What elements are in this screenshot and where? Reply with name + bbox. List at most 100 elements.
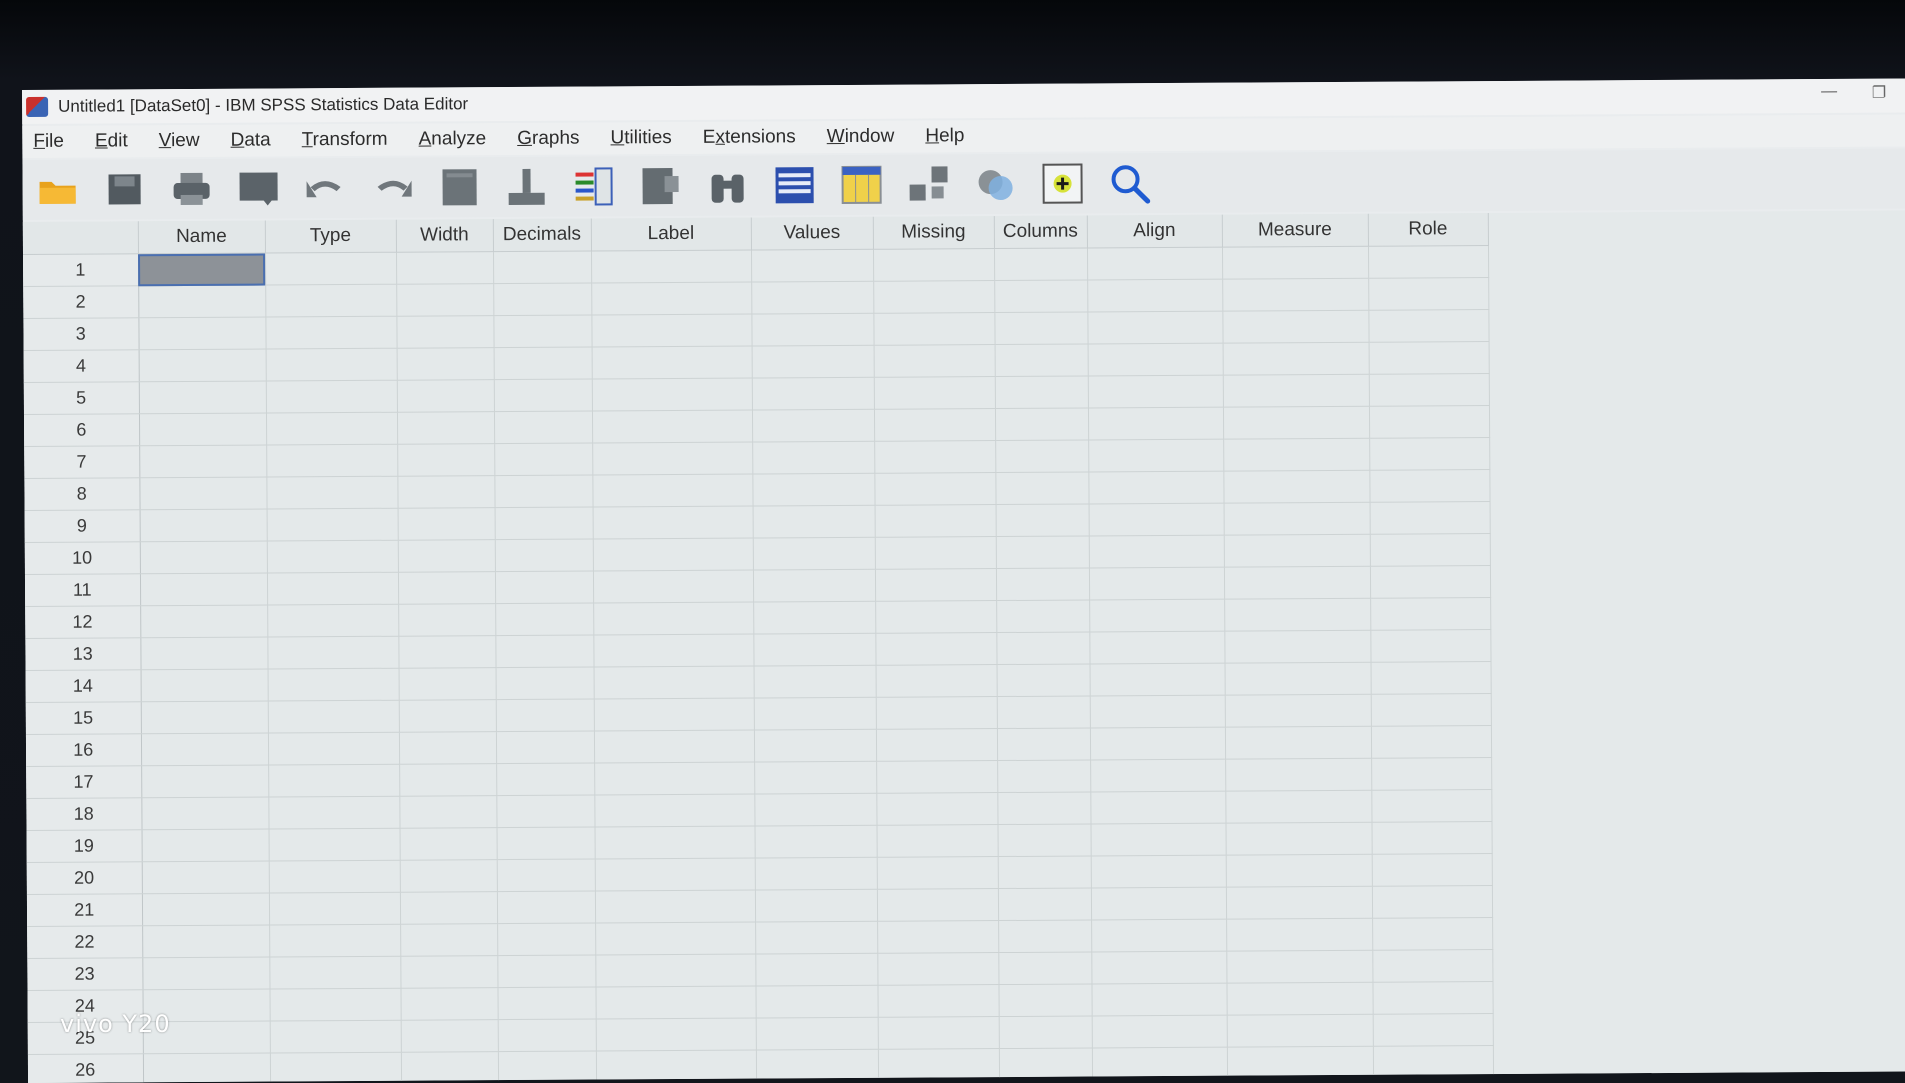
grid-cell[interactable] bbox=[876, 792, 998, 826]
grid-cell[interactable] bbox=[138, 413, 267, 446]
grid-cell[interactable] bbox=[754, 793, 877, 827]
grid-cell[interactable] bbox=[876, 856, 998, 890]
row-number[interactable]: 12 bbox=[25, 605, 141, 639]
grid-cell[interactable] bbox=[267, 732, 400, 766]
grid-cell[interactable] bbox=[494, 507, 593, 540]
row-number[interactable]: 19 bbox=[26, 829, 142, 863]
grid-cell[interactable] bbox=[994, 375, 1088, 409]
grid-cell[interactable] bbox=[1370, 661, 1491, 695]
grid-cell[interactable] bbox=[497, 1051, 597, 1083]
row-number[interactable]: 3 bbox=[23, 317, 139, 351]
grid-cell[interactable] bbox=[139, 445, 267, 478]
grid-cell[interactable] bbox=[268, 892, 401, 926]
grid-cell[interactable] bbox=[1090, 823, 1226, 856]
grid-cell[interactable] bbox=[1226, 950, 1373, 984]
grid-cell[interactable] bbox=[1087, 375, 1223, 408]
row-number[interactable]: 1 bbox=[23, 253, 139, 287]
grid-cell[interactable] bbox=[1223, 470, 1370, 504]
grid-cell[interactable] bbox=[752, 441, 875, 475]
undo-icon[interactable] bbox=[302, 165, 348, 211]
grid-cell[interactable] bbox=[1225, 822, 1372, 856]
grid-cell[interactable] bbox=[590, 250, 752, 284]
grid-cell[interactable] bbox=[142, 925, 270, 958]
grid-cell[interactable] bbox=[998, 1047, 1093, 1081]
grid-cell[interactable] bbox=[1226, 918, 1373, 952]
grid-cell[interactable] bbox=[495, 699, 594, 732]
grid-cell[interactable] bbox=[1222, 310, 1369, 344]
grid-cell[interactable] bbox=[1224, 598, 1371, 632]
grid-cell[interactable] bbox=[996, 631, 1090, 665]
grid-cell[interactable] bbox=[595, 986, 756, 1020]
insert-variable-icon[interactable] bbox=[838, 162, 884, 208]
grid-cell[interactable] bbox=[1372, 981, 1493, 1015]
grid-cell[interactable] bbox=[496, 763, 595, 796]
grid-cell[interactable] bbox=[267, 604, 399, 638]
grid-cell[interactable] bbox=[998, 919, 1092, 953]
grid-cell[interactable] bbox=[1371, 789, 1492, 823]
grid-cell[interactable] bbox=[1091, 1047, 1228, 1080]
grid-cell[interactable] bbox=[268, 860, 400, 894]
grid-cell[interactable] bbox=[1372, 949, 1493, 983]
grid-cell[interactable] bbox=[592, 442, 753, 476]
row-number[interactable]: 4 bbox=[23, 349, 139, 383]
grid-cell[interactable] bbox=[142, 1053, 271, 1083]
grid-cell[interactable] bbox=[1368, 373, 1489, 407]
grid-cell[interactable] bbox=[396, 347, 494, 381]
grid-cell[interactable] bbox=[755, 1017, 878, 1051]
grid-cell[interactable] bbox=[1369, 437, 1490, 471]
grid-cell[interactable] bbox=[395, 251, 494, 285]
grid-cell[interactable] bbox=[994, 343, 1088, 377]
grid-cell[interactable] bbox=[398, 635, 496, 669]
grid-cell[interactable] bbox=[269, 924, 401, 958]
grid-cell[interactable] bbox=[141, 893, 270, 926]
grid-cell[interactable] bbox=[1225, 790, 1372, 824]
menu-edit[interactable]: Edit bbox=[84, 130, 139, 152]
grid-cell[interactable] bbox=[996, 599, 1090, 633]
grid-cell[interactable] bbox=[268, 828, 400, 862]
grid-cell[interactable] bbox=[877, 984, 999, 1018]
menu-view[interactable]: View bbox=[148, 130, 211, 152]
column-header-width[interactable]: Width bbox=[395, 219, 493, 253]
grid-cell[interactable] bbox=[592, 570, 754, 604]
grid-cell[interactable] bbox=[595, 922, 756, 956]
grid-cell[interactable] bbox=[397, 571, 496, 605]
grid-cell[interactable] bbox=[396, 315, 494, 349]
grid-cell[interactable] bbox=[1091, 919, 1227, 952]
grid-cell[interactable] bbox=[591, 410, 753, 444]
grid-cell[interactable] bbox=[1368, 277, 1489, 311]
grid-cell[interactable] bbox=[269, 988, 401, 1022]
selected-grid-cell[interactable] bbox=[138, 253, 266, 286]
grid-cell[interactable] bbox=[141, 765, 269, 798]
grid-cell[interactable] bbox=[751, 281, 874, 315]
grid-cell[interactable] bbox=[1372, 917, 1493, 951]
grid-cell[interactable] bbox=[1221, 246, 1369, 280]
column-header-name[interactable]: Name bbox=[137, 220, 266, 254]
restore-button[interactable]: ❐ bbox=[1859, 83, 1899, 103]
grid-cell[interactable] bbox=[996, 663, 1090, 697]
grid-cell[interactable] bbox=[750, 249, 874, 283]
menu-window[interactable]: Window bbox=[816, 126, 906, 149]
row-number[interactable]: 15 bbox=[25, 701, 141, 735]
grid-cell[interactable] bbox=[266, 508, 398, 542]
grid-cell[interactable] bbox=[494, 539, 593, 572]
grid-cell[interactable] bbox=[595, 1050, 757, 1083]
column-header-missing[interactable]: Missing bbox=[872, 216, 994, 250]
grid-cell[interactable] bbox=[754, 761, 877, 795]
grid-cell[interactable] bbox=[998, 951, 1092, 985]
grid-cell[interactable] bbox=[267, 700, 399, 734]
grid-cell[interactable] bbox=[997, 887, 1092, 921]
grid-cell[interactable] bbox=[751, 313, 874, 347]
grid-cell[interactable] bbox=[399, 827, 497, 861]
redo-icon[interactable] bbox=[369, 165, 415, 211]
column-header-align[interactable]: Align bbox=[1086, 214, 1222, 248]
grid-cell[interactable] bbox=[873, 280, 995, 314]
grid-cell[interactable] bbox=[1224, 726, 1372, 760]
grid-cell[interactable] bbox=[593, 666, 754, 700]
open-folder-icon[interactable] bbox=[34, 167, 80, 213]
grid-cell[interactable] bbox=[876, 760, 998, 794]
grid-cell[interactable] bbox=[753, 697, 876, 731]
grid-cell[interactable] bbox=[265, 380, 397, 414]
grid-cell[interactable] bbox=[877, 1016, 999, 1050]
menu-analyze[interactable]: Analyze bbox=[408, 128, 498, 151]
search-icon[interactable] bbox=[1106, 160, 1152, 206]
